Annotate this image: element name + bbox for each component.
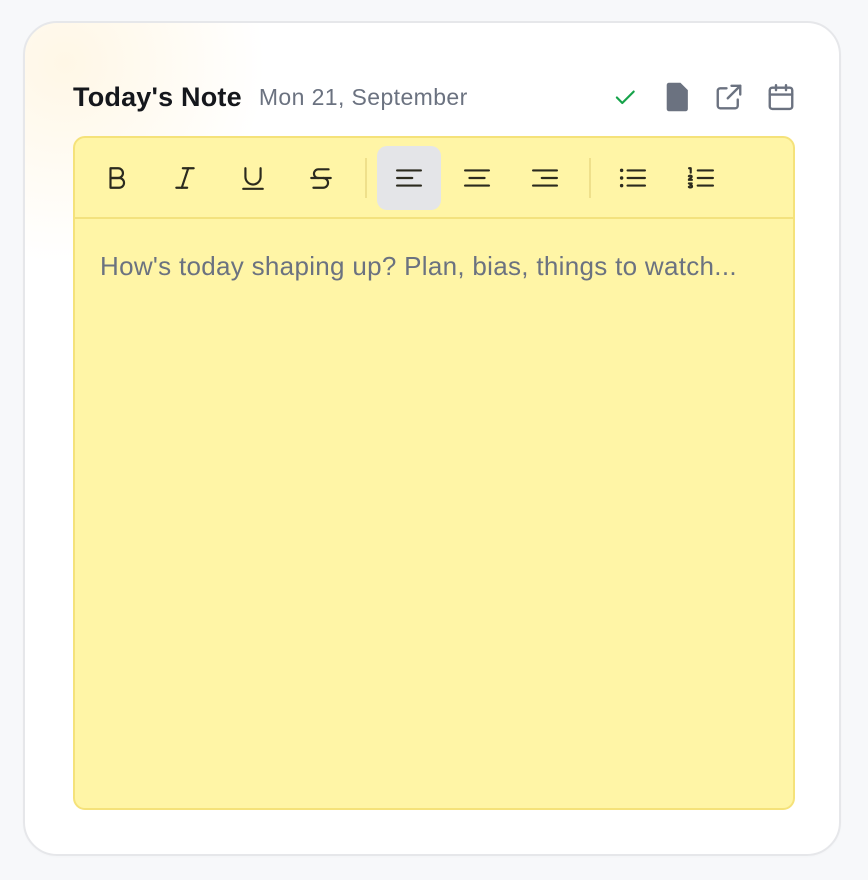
editor-toolbar xyxy=(75,138,793,219)
align-left-button[interactable] xyxy=(377,145,441,210)
bold-icon xyxy=(109,166,126,189)
toolbar-divider xyxy=(589,157,591,198)
calendar-icon[interactable] xyxy=(765,81,797,113)
underline-button[interactable] xyxy=(221,146,285,210)
align-center-icon xyxy=(464,168,490,187)
note-date: Mon 21, September xyxy=(258,83,468,110)
bold-button[interactable] xyxy=(85,146,149,210)
strikethrough-icon xyxy=(310,167,332,189)
document-icon[interactable] xyxy=(661,81,693,113)
note-title: Today's Note xyxy=(73,81,242,112)
bullet-list-button[interactable] xyxy=(601,146,665,210)
numbered-list-button[interactable] xyxy=(669,146,733,210)
external-link-icon[interactable] xyxy=(713,81,745,113)
italic-button[interactable] xyxy=(153,146,217,210)
note-placeholder[interactable]: How's today shaping up? Plan, bias, thin… xyxy=(75,219,785,286)
underline-icon xyxy=(242,166,264,190)
align-right-button[interactable] xyxy=(513,146,577,210)
note-card: Today's Note Mon 21, September How's tod… xyxy=(23,21,841,856)
toolbar-divider xyxy=(365,157,367,198)
check-icon[interactable] xyxy=(609,81,641,113)
bullet-list-icon xyxy=(619,168,646,187)
numbered-list-icon xyxy=(687,166,714,189)
align-center-button[interactable] xyxy=(445,146,509,210)
note-editor: How's today shaping up? Plan, bias, thin… xyxy=(73,136,795,810)
italic-icon xyxy=(175,166,195,189)
align-right-icon xyxy=(531,168,558,187)
note-header: Today's Note Mon 21, September xyxy=(73,75,795,119)
header-actions xyxy=(609,81,797,113)
strikethrough-button[interactable] xyxy=(289,146,353,210)
align-left-icon xyxy=(396,168,422,187)
